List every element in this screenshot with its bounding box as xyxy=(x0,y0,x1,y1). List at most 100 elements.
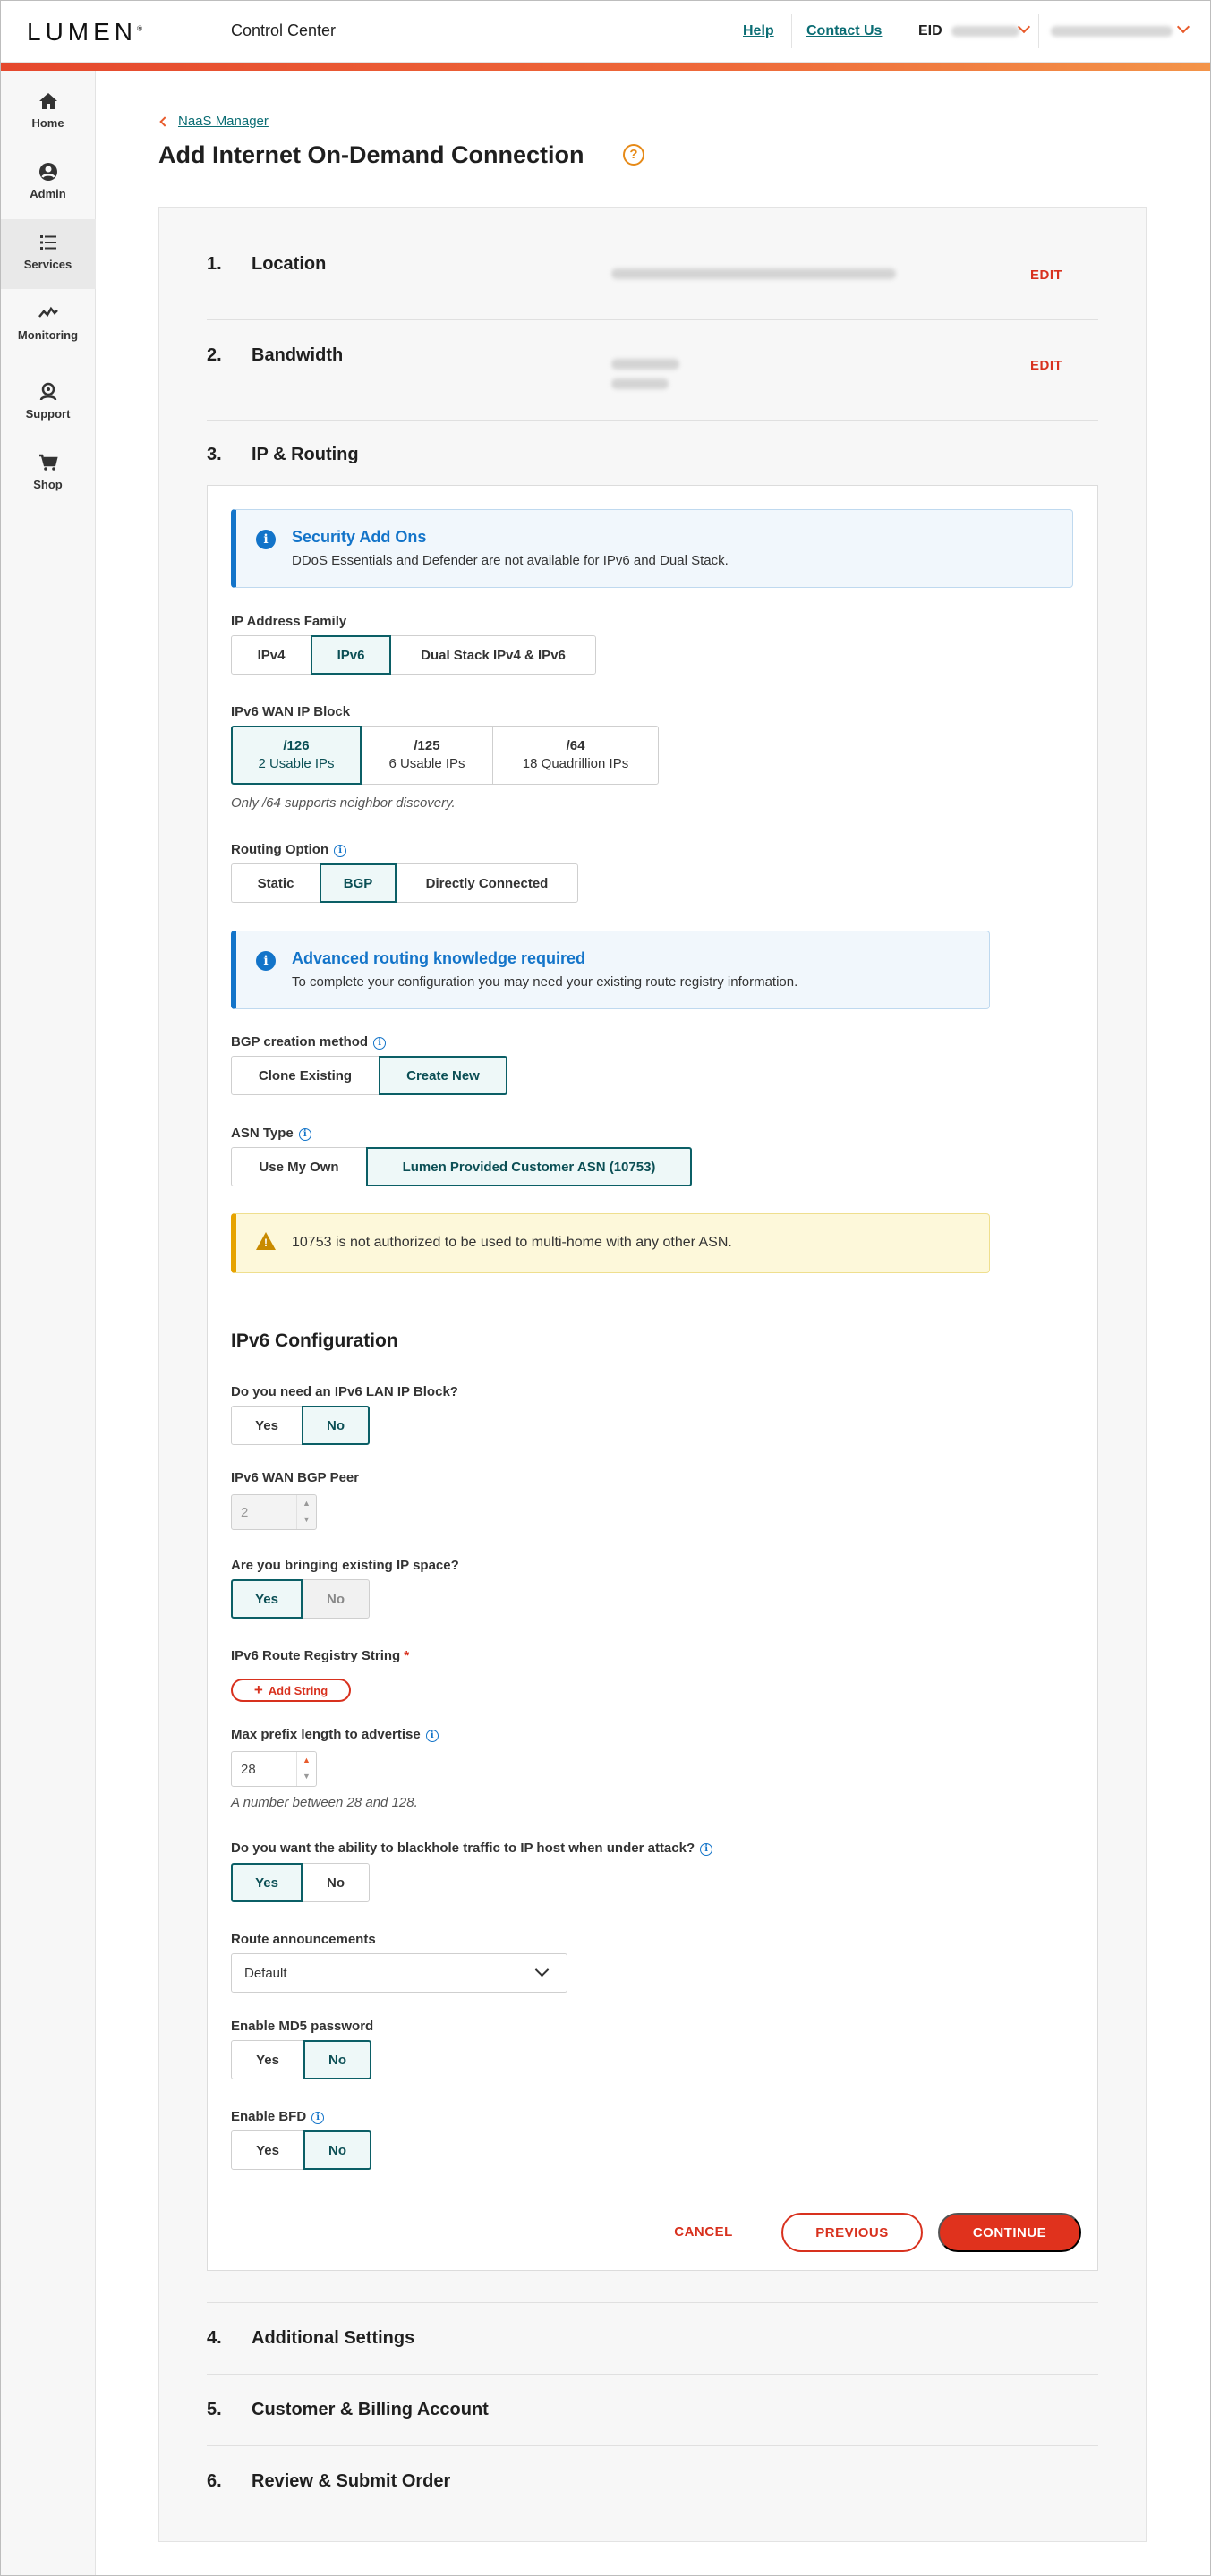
blackhole-selector: Yes No xyxy=(231,1863,370,1902)
select-value: Default xyxy=(244,1966,287,1981)
wan-block-64[interactable]: /64 18 Quadrillion IPs xyxy=(492,726,659,785)
lumen-logo[interactable]: LUMEN® xyxy=(27,18,142,47)
chevron-left-icon[interactable] xyxy=(159,116,170,127)
home-icon xyxy=(38,93,57,109)
asn-use-my-own[interactable]: Use My Own xyxy=(231,1147,367,1186)
chevron-down-icon: ▼ xyxy=(303,1515,311,1524)
cart-icon xyxy=(38,454,58,471)
lan-block-yes[interactable]: Yes xyxy=(231,1406,303,1445)
step-additional-settings[interactable]: 4. Additional Settings xyxy=(207,2328,414,2349)
routing-option-label: Routing Option i xyxy=(231,842,347,857)
blackhole-yes[interactable]: Yes xyxy=(231,1863,303,1902)
bgp-clone-existing[interactable]: Clone Existing xyxy=(231,1056,380,1095)
sidebar-item-support[interactable]: Support xyxy=(0,369,96,438)
md5-no[interactable]: No xyxy=(303,2040,371,2079)
sidebar-item-label: Shop xyxy=(33,478,63,491)
sidebar-item-shop[interactable]: Shop xyxy=(0,439,96,509)
stepper-arrows[interactable]: ▲ ▼ xyxy=(296,1495,316,1529)
max-prefix-label: Max prefix length to advertise i xyxy=(231,1727,439,1742)
routing-static[interactable]: Static xyxy=(231,863,320,903)
help-link[interactable]: Help xyxy=(743,23,774,39)
lan-block-label: Do you need an IPv6 LAN IP Block? xyxy=(231,1384,458,1399)
step-bandwidth: 2. Bandwidth xyxy=(207,345,344,365)
ip-family-ipv6[interactable]: IPv6 xyxy=(311,635,391,675)
chevron-down-icon: ▼ xyxy=(303,1772,311,1781)
bgp-method-label: BGP creation method i xyxy=(231,1034,387,1050)
info-icon[interactable]: i xyxy=(425,1730,439,1742)
bfd-yes[interactable]: Yes xyxy=(231,2130,304,2170)
step-review-submit[interactable]: 6. Review & Submit Order xyxy=(207,2471,450,2492)
existing-ip-selector: Yes No xyxy=(231,1579,370,1619)
advanced-routing-notice: i Advanced routing knowledge required To… xyxy=(231,931,990,1009)
step-divider xyxy=(207,2374,1098,2375)
info-icon[interactable]: i xyxy=(373,1037,387,1050)
sidebar-item-label: Admin xyxy=(30,187,66,200)
notice-text: DDoS Essentials and Defender are not ava… xyxy=(292,553,729,568)
md5-label: Enable MD5 password xyxy=(231,2019,374,2034)
existing-ip-yes[interactable]: Yes xyxy=(231,1579,303,1619)
breadcrumb-naas-manager[interactable]: NaaS Manager xyxy=(178,114,269,129)
sidebar-item-label: Home xyxy=(31,116,64,130)
max-prefix-stepper[interactable]: 28 ▲ ▼ xyxy=(231,1751,317,1787)
step-customer-billing[interactable]: 5. Customer & Billing Account xyxy=(207,2400,489,2420)
bandwidth-value-redacted xyxy=(611,378,669,389)
route-announcements-select[interactable]: Default xyxy=(231,1953,567,1993)
sidebar-item-label: Support xyxy=(25,407,71,421)
sidebar-item-monitoring[interactable]: Monitoring xyxy=(0,290,96,360)
asn-lumen-provided[interactable]: Lumen Provided Customer ASN (10753) xyxy=(366,1147,692,1186)
bfd-no[interactable]: No xyxy=(303,2130,371,2170)
blackhole-no[interactable]: No xyxy=(302,1863,370,1902)
blackhole-label: Do you want the ability to blackhole tra… xyxy=(231,1841,713,1856)
bgp-create-new[interactable]: Create New xyxy=(379,1056,507,1095)
notice-title: Security Add Ons xyxy=(292,528,427,546)
stepper-arrows[interactable]: ▲ ▼ xyxy=(296,1752,316,1786)
location-value-redacted xyxy=(611,268,896,279)
routing-directly-connected[interactable]: Directly Connected xyxy=(396,863,578,903)
user-name-redacted[interactable] xyxy=(1051,26,1173,37)
chevron-down-icon[interactable] xyxy=(1176,20,1190,34)
contact-us-link[interactable]: Contact Us xyxy=(806,23,882,39)
existing-ip-no[interactable]: No xyxy=(302,1579,370,1619)
sidebar-item-services[interactable]: Services xyxy=(0,219,96,289)
routing-bgp[interactable]: BGP xyxy=(320,863,397,903)
app-title: Control Center xyxy=(231,21,337,39)
help-icon[interactable]: ? xyxy=(623,144,644,166)
info-icon[interactable]: i xyxy=(298,1128,311,1141)
edit-bandwidth-button[interactable]: EDIT xyxy=(1030,358,1062,373)
eid-selector[interactable]: EID xyxy=(918,23,1020,39)
bfd-label: Enable BFD i xyxy=(231,2109,325,2124)
ip-family-dual-stack[interactable]: Dual Stack IPv4 & IPv6 xyxy=(390,635,596,675)
info-icon[interactable]: i xyxy=(311,2112,325,2124)
wan-block-126[interactable]: /126 2 Usable IPs xyxy=(231,726,362,785)
step-location: 1. Location xyxy=(207,254,327,274)
sidebar-item-home[interactable]: Home xyxy=(0,78,96,148)
wan-block-selector: /126 2 Usable IPs /125 6 Usable IPs /64 18 … xyxy=(231,726,659,785)
md5-selector: Yes No xyxy=(231,2040,371,2079)
ipv6-configuration-heading: IPv6 Configuration xyxy=(231,1331,398,1351)
md5-yes[interactable]: Yes xyxy=(231,2040,304,2079)
info-icon[interactable]: i xyxy=(334,845,347,857)
page-title: Add Internet On-Demand Connection xyxy=(158,141,584,168)
security-addons-notice: i Security Add Ons DDoS Essentials and D… xyxy=(231,509,1073,588)
info-icon[interactable]: i xyxy=(700,1843,713,1856)
lan-block-no[interactable]: No xyxy=(302,1406,370,1445)
info-icon: i xyxy=(256,951,276,971)
step-divider xyxy=(207,2445,1098,2446)
wan-bgp-peer-label: IPv6 WAN BGP Peer xyxy=(231,1470,360,1485)
top-bar: LUMEN® Control Center Help Contact Us EI… xyxy=(0,0,1211,63)
add-string-button[interactable]: + Add String xyxy=(231,1679,351,1702)
edit-location-button[interactable]: EDIT xyxy=(1030,268,1062,283)
wan-block-125[interactable]: /125 6 Usable IPs xyxy=(361,726,493,785)
pulse-icon xyxy=(38,306,58,318)
previous-button[interactable]: PREVIOUS xyxy=(781,2213,923,2252)
cancel-button[interactable]: CANCEL xyxy=(664,2219,743,2246)
wan-bgp-peer-stepper[interactable]: 2 ▲ ▼ xyxy=(231,1494,317,1530)
wan-block-label: IPv6 WAN IP Block xyxy=(231,704,351,719)
lan-block-selector: Yes No xyxy=(231,1406,370,1445)
sidebar-item-admin[interactable]: Admin xyxy=(0,149,96,218)
info-icon: i xyxy=(256,530,276,549)
ip-family-ipv4[interactable]: IPv4 xyxy=(231,635,311,675)
continue-button[interactable]: CONTINUE xyxy=(938,2213,1081,2252)
bgp-method-selector: Clone Existing Create New xyxy=(231,1056,507,1095)
header-divider xyxy=(1038,14,1039,48)
